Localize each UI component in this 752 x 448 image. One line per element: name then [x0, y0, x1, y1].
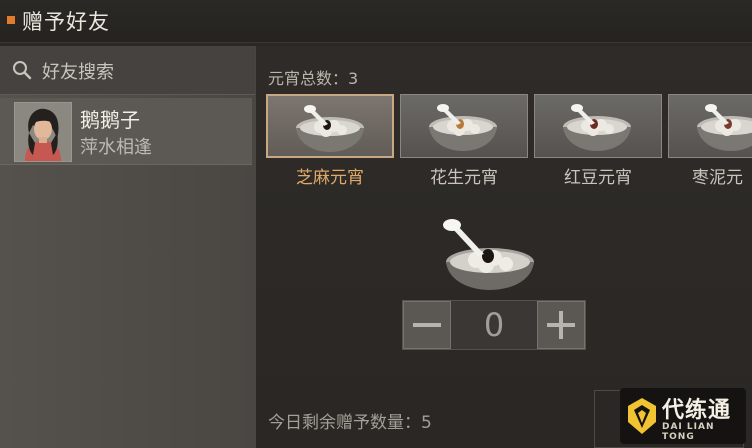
- header-bar: 赠予好友: [0, 0, 752, 43]
- gift-item-jujube[interactable]: [668, 94, 752, 158]
- gift-item-label: 花生元宵: [430, 168, 498, 188]
- avatar: [14, 102, 72, 162]
- increase-button[interactable]: [537, 301, 585, 349]
- friend-list-item[interactable]: 鹅鹅子 萍水相逢: [0, 98, 252, 165]
- friend-name: 鹅鹅子: [80, 108, 140, 132]
- quantity-stepper: 0: [402, 300, 586, 350]
- title-marker: [7, 16, 15, 24]
- bowl-icon: [429, 104, 497, 151]
- minus-icon: [413, 323, 441, 327]
- bowl-icon: [296, 105, 364, 152]
- quantity-value[interactable]: 0: [451, 301, 537, 349]
- gift-item-peanut[interactable]: [400, 94, 528, 158]
- watermark-cn: 代练通: [662, 398, 732, 423]
- watermark-en: DAI LIAN TONG: [662, 422, 715, 442]
- search-placeholder: 好友搜索: [42, 62, 114, 83]
- watermark: 代练通 DAI LIAN TONG: [620, 388, 746, 444]
- bowl-icon: [563, 104, 631, 151]
- remaining-gift-count: 今日剩余赠予数量：5: [268, 413, 432, 433]
- gift-item-redbean[interactable]: [534, 94, 662, 158]
- friend-relationship: 萍水相逢: [80, 137, 152, 158]
- friend-sidebar: 好友搜索 鹅鹅子 萍水相逢: [0, 46, 256, 448]
- gift-item-sesame[interactable]: [266, 94, 394, 158]
- logo-icon: [628, 398, 656, 434]
- selected-item-preview: [436, 218, 540, 298]
- plus-icon: [547, 311, 575, 339]
- gift-item-label: 红豆元宵: [564, 168, 632, 188]
- search-icon: [12, 60, 32, 80]
- friend-search-input[interactable]: 好友搜索: [0, 46, 255, 95]
- page-title: 赠予好友: [22, 10, 110, 34]
- total-count: 元宵总数：3: [268, 69, 359, 88]
- gift-item-label: 芝麻元宵: [296, 168, 364, 188]
- decrease-button[interactable]: [403, 301, 451, 349]
- gift-item-label: 枣泥元: [692, 168, 743, 188]
- bowl-icon: [697, 104, 752, 151]
